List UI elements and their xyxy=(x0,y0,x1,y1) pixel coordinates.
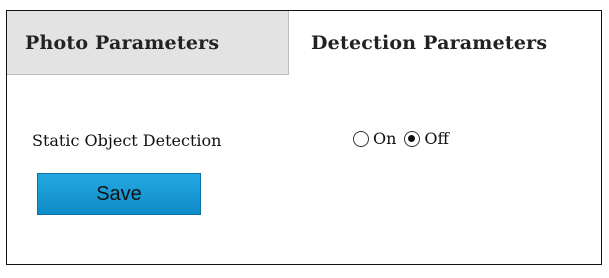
tab-detection-parameters[interactable]: Detection Parameters xyxy=(289,11,601,75)
radio-on[interactable]: On xyxy=(353,129,396,148)
settings-panel: Photo Parameters Detection Parameters St… xyxy=(6,10,602,265)
tab-photo-parameters[interactable]: Photo Parameters xyxy=(7,11,289,75)
radio-off-button[interactable] xyxy=(404,130,421,147)
radio-off[interactable]: Off xyxy=(404,129,449,148)
static-object-detection-radio-group: On Off xyxy=(353,129,457,148)
static-object-detection-label: Static Object Detection xyxy=(32,131,222,150)
radio-off-label: Off xyxy=(424,129,449,148)
radio-on-button[interactable] xyxy=(353,130,369,147)
radio-on-label: On xyxy=(373,129,397,148)
save-button[interactable]: Save xyxy=(37,173,201,215)
tab-bar: Photo Parameters Detection Parameters xyxy=(7,11,601,75)
